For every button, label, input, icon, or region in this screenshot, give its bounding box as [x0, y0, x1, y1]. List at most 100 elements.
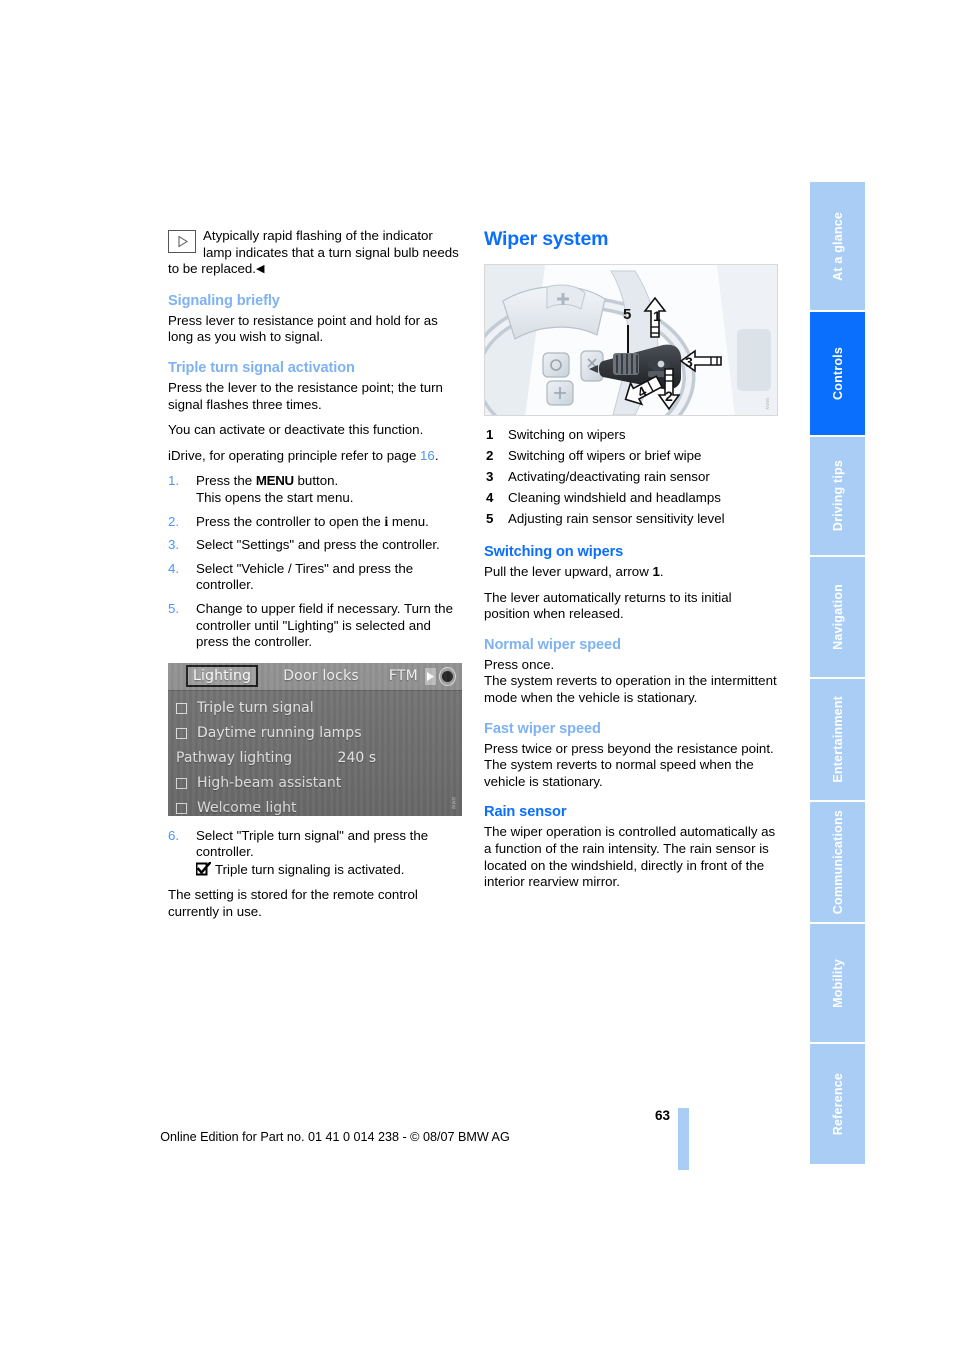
sidebar-tab-label: Navigation	[830, 584, 845, 650]
idrive-row[interactable]: High-beam assistant	[168, 771, 462, 796]
illustration-legend: 1 Switching on wipers 2 Switching off wipe…	[484, 426, 778, 528]
idrive-row[interactable]: Daytime running lamps	[168, 721, 462, 746]
sidebar-tab-label: At a glance	[830, 211, 845, 281]
play-triangle-icon	[168, 230, 196, 253]
rain-sensor-para-1: The wiper operation is controlled automa…	[484, 824, 776, 890]
sidebar-tab-communications[interactable]: Communications	[810, 802, 865, 924]
heading-triple-turn-signal: Triple turn signal activation	[168, 359, 355, 376]
svg-text:1: 1	[653, 308, 661, 324]
checkbox-icon[interactable]	[176, 727, 187, 739]
fast-wiper-speed-para-2: The system reverts to normal speed when …	[484, 757, 754, 789]
step-item: 2. Press the controller to open the i me…	[168, 514, 462, 531]
svg-text:3: 3	[685, 354, 693, 370]
signaling-briefly-body: Press lever to resistance point and hold…	[168, 312, 438, 345]
legend-number: 5	[486, 511, 494, 526]
normal-wiper-speed-para-2: The system reverts to operation in the i…	[484, 673, 777, 705]
idrive-row[interactable]: Pathway lighting 240 s	[168, 746, 462, 771]
sidebar-tab-entertainment[interactable]: Entertainment	[810, 679, 865, 802]
step-item: 1. Press the MENU button. This opens the…	[168, 473, 462, 506]
checkbox-icon[interactable]	[176, 802, 187, 814]
switching-on-wipers-para-2: The lever automatically returns to its i…	[484, 589, 732, 622]
idrive-row-label: Daytime running lamps	[197, 724, 362, 741]
page-number: 63	[654, 1108, 670, 1123]
legend-item: 1 Switching on wipers	[484, 426, 778, 444]
step-text: Select "Settings" and press the controll…	[196, 537, 440, 553]
arrow-ref-post: .	[659, 564, 664, 579]
note-text: Atypically rapid flashing of the indicat…	[168, 228, 459, 277]
step-result-text: Triple turn signaling is activated.	[215, 861, 405, 877]
step-text-pre: Press the	[196, 473, 256, 489]
triple-turn-para-1: Press the lever to the resistance point;…	[168, 379, 443, 412]
step-text-post: menu.	[388, 513, 429, 529]
step-number: 1.	[168, 473, 180, 489]
note-block: Atypically rapid flashing of the indicat…	[168, 228, 462, 278]
step-item: 6. Select "Triple turn signal" and press…	[168, 828, 462, 881]
heading-normal-wiper-speed: Normal wiper speed	[484, 636, 621, 653]
legend-number: 1	[486, 427, 494, 442]
step-text: Change to upper field if necessary. Turn…	[196, 600, 453, 650]
idrive-row-label: Pathway lighting	[176, 749, 293, 766]
image-credit: BMW	[765, 398, 770, 410]
manual-page: Atypically rapid flashing of the indicat…	[0, 0, 954, 1350]
fast-wiper-speed-para-1: Press twice or press beyond the resistan…	[484, 740, 774, 756]
idrive-tab-bar: Lighting Door locks FTM	[168, 662, 462, 691]
sidebar-tab-label: Mobility	[830, 958, 845, 1008]
sidebar-tab-label: Driving tips	[830, 460, 845, 532]
normal-wiper-speed-para-1: Press once.	[484, 656, 555, 672]
legend-item: 5 Adjusting rain sensor sensitivity level	[484, 510, 778, 528]
sidebar-tab-controls[interactable]: Controls	[810, 312, 865, 437]
sidebar-tab-navigation[interactable]: Navigation	[810, 557, 865, 679]
legend-number: 3	[486, 469, 494, 484]
legend-number: 4	[486, 490, 494, 505]
sidebar-tab-at-a-glance[interactable]: At a glance	[810, 182, 865, 312]
sidebar-tab-label: Controls	[830, 347, 845, 400]
procedure-steps: 1. Press the MENU button. This opens the…	[168, 473, 462, 650]
sidebar-tab-label: Communications	[830, 809, 845, 915]
footer-accent-bar	[678, 1108, 689, 1170]
idrive-ref-text: iDrive, for operating principle refer to…	[168, 447, 421, 463]
right-arrow-icon[interactable]	[424, 667, 436, 685]
heading-fast-wiper-speed: Fast wiper speed	[484, 720, 601, 737]
heading-signaling-briefly: Signaling briefly	[168, 292, 280, 309]
step-number: 6.	[168, 827, 180, 843]
legend-item: 3 Activating/deactivating rain sensor	[484, 468, 778, 486]
wiper-stalk-illustration: 5 1 2 3 4 BMW	[484, 264, 778, 416]
sidebar-tab-reference[interactable]: Reference	[810, 1044, 865, 1164]
idrive-row[interactable]: Triple turn signal	[168, 696, 462, 721]
step-text: Select "Triple turn signal" and press th…	[196, 827, 429, 860]
controller-knob-icon[interactable]	[438, 666, 456, 686]
page-title: Wiper system	[484, 228, 609, 250]
step-number: 2.	[168, 513, 180, 529]
sidebar-tab-label: Entertainment	[830, 696, 845, 783]
sidebar-tab-driving-tips[interactable]: Driving tips	[810, 437, 865, 557]
triple-turn-para-2: You can activate or deactivate this func…	[168, 422, 424, 438]
step-text-post: button.	[293, 473, 339, 489]
switching-on-wipers-para-1: Pull the lever upward, arrow 1.	[484, 564, 778, 581]
step-item: 3. Select "Settings" and press the contr…	[168, 537, 462, 554]
legend-item: 2 Switching off wipers or brief wipe	[484, 447, 778, 465]
idrive-tab-ftm[interactable]: FTM	[382, 666, 425, 687]
arrow-ref-number: 1	[652, 564, 660, 579]
page-ref-link[interactable]: 16	[420, 448, 435, 463]
idrive-screenshot: Lighting Door locks FTM Triple turn sign…	[168, 662, 462, 816]
sidebar-tab-mobility[interactable]: Mobility	[810, 924, 865, 1044]
sidebar-tab-label: Reference	[830, 1072, 845, 1136]
legend-label: Adjusting rain sensor sensitivity level	[508, 511, 725, 526]
checked-checkbox-icon	[195, 860, 212, 881]
idrive-row-label: Welcome light	[197, 799, 297, 816]
heading-rain-sensor: Rain sensor	[484, 804, 567, 821]
idrive-tab-lighting[interactable]: Lighting	[186, 664, 259, 688]
arrow-ref-pre: Pull the lever upward, arrow	[484, 564, 653, 579]
svg-text:2: 2	[665, 388, 673, 404]
idrive-row[interactable]: Welcome light	[168, 796, 462, 816]
right-column: Wiper system 5 1 2 3 4 BMW 1 Switching o…	[484, 228, 778, 900]
checkbox-icon[interactable]	[176, 702, 187, 714]
idrive-option-list: Triple turn signal Daytime running lamps…	[168, 691, 462, 816]
checkbox-icon[interactable]	[176, 777, 187, 789]
step-text-pre: Press the controller to open the	[196, 513, 385, 529]
idrive-row-value: 240 s	[337, 749, 376, 766]
heading-switching-on-wipers: Switching on wipers	[484, 544, 624, 560]
idrive-tab-door-locks[interactable]: Door locks	[276, 666, 366, 687]
idrive-row-label: High-beam assistant	[197, 774, 342, 791]
left-column: Atypically rapid flashing of the indicat…	[168, 228, 462, 930]
